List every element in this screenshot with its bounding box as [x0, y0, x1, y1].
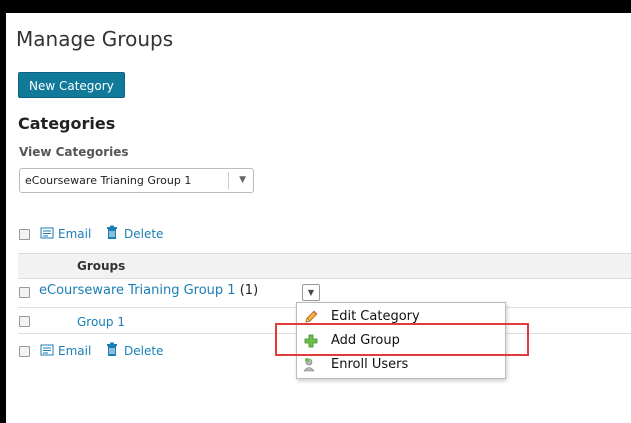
- category-row-checkbox[interactable]: [19, 287, 30, 298]
- email-action[interactable]: Email: [58, 227, 91, 241]
- menu-item-edit-category[interactable]: Edit Category: [297, 305, 505, 329]
- new-category-button[interactable]: New Category: [18, 72, 125, 98]
- email-icon: [40, 227, 54, 239]
- trash-icon: [107, 225, 117, 239]
- view-categories-label: View Categories: [19, 145, 129, 159]
- view-categories-value: eCourseware Trianing Group 1: [25, 174, 192, 187]
- category-context-menu-button[interactable]: ▼: [302, 284, 320, 301]
- page-title: Manage Groups: [16, 27, 174, 51]
- email-icon: [40, 344, 54, 356]
- groups-column-header: Groups: [77, 259, 126, 273]
- group-row-checkbox[interactable]: [19, 316, 30, 327]
- view-categories-select[interactable]: eCourseware Trianing Group 1 ▼: [19, 168, 254, 193]
- email-action-bottom[interactable]: Email: [58, 344, 91, 358]
- plus-icon: [304, 334, 318, 348]
- users-icon: [303, 358, 315, 372]
- group-name-link[interactable]: Group 1: [77, 315, 125, 329]
- categories-heading: Categories: [18, 114, 116, 133]
- groups-table-header: Groups: [18, 253, 631, 279]
- pencil-icon: [305, 310, 318, 323]
- delete-action[interactable]: Delete: [124, 227, 163, 241]
- category-context-menu: Edit Category Add Group Enroll Users: [296, 302, 506, 379]
- menu-item-label: Add Group: [331, 333, 400, 348]
- chevron-down-icon: ▼: [307, 288, 315, 297]
- delete-action-bottom[interactable]: Delete: [124, 344, 163, 358]
- select-all-checkbox-bottom[interactable]: [19, 346, 30, 357]
- menu-item-enroll-users[interactable]: Enroll Users: [297, 353, 505, 377]
- chevron-down-icon: ▼: [239, 175, 246, 185]
- select-all-checkbox[interactable]: [19, 229, 30, 240]
- menu-item-add-group[interactable]: Add Group: [297, 329, 505, 353]
- category-name-link[interactable]: eCourseware Trianing Group 1: [39, 283, 236, 298]
- category-row: eCourseware Trianing Group 1 (1): [39, 283, 258, 298]
- app-frame: Manage Groups New Category Categories Vi…: [6, 13, 631, 423]
- select-divider: [228, 172, 229, 189]
- menu-item-label: Enroll Users: [331, 357, 409, 372]
- trash-icon: [107, 342, 117, 356]
- menu-item-label: Edit Category: [331, 309, 420, 324]
- category-count: (1): [239, 283, 259, 298]
